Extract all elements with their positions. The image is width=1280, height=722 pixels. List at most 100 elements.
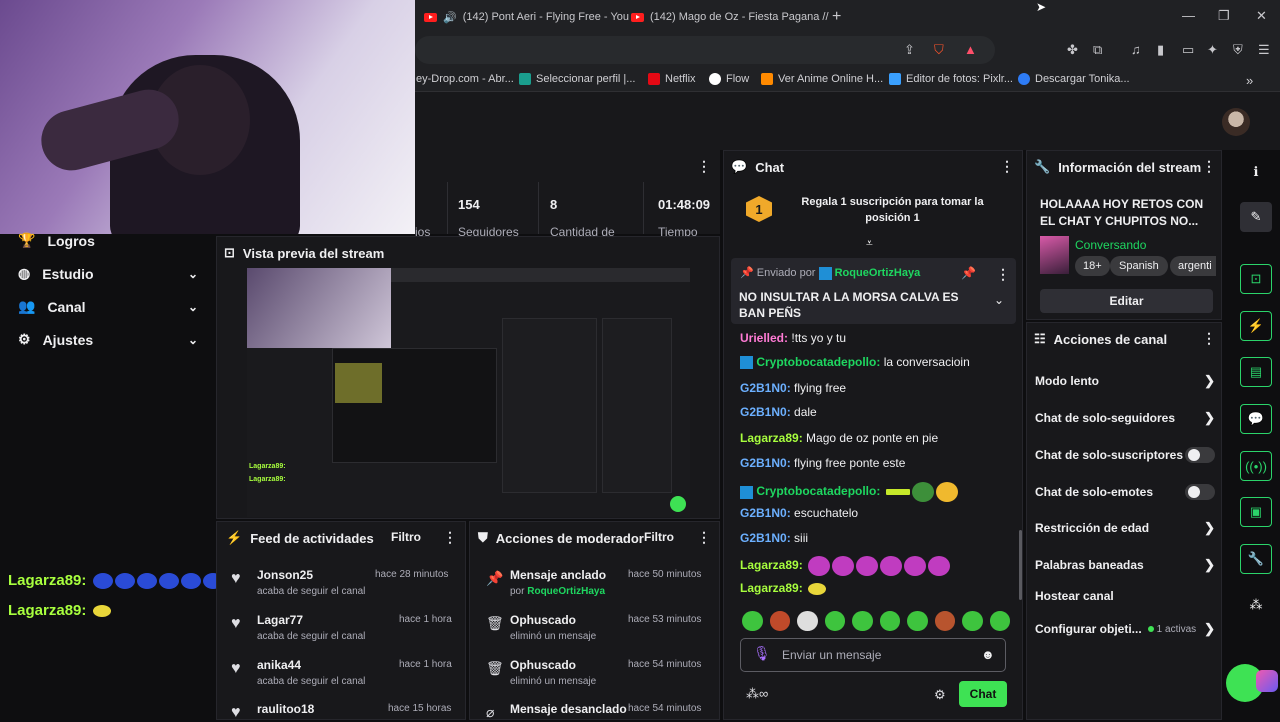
- feed-item-name[interactable]: anika44: [257, 658, 301, 672]
- feed-item-name[interactable]: Jonson25: [257, 568, 313, 582]
- brave-shield-icon[interactable]: ⛉: [934, 42, 944, 58]
- action-emote-only[interactable]: Chat de solo-emotes: [1035, 484, 1215, 500]
- wallet-icon[interactable]: ▭: [1182, 42, 1194, 58]
- bookmark-4[interactable]: Flow: [709, 73, 749, 85]
- subscribers-only-toggle[interactable]: [1185, 447, 1215, 463]
- chat-menu-icon[interactable]: ⋮: [1000, 158, 1014, 175]
- bookmarks-overflow[interactable]: »: [1246, 73, 1253, 88]
- feed-item-name[interactable]: raulitoo18: [257, 702, 314, 716]
- action-banned-words[interactable]: Palabras baneadas ❯: [1035, 557, 1215, 573]
- emote[interactable]: [742, 611, 763, 631]
- moderator-filter-button[interactable]: Filtro: [644, 530, 674, 544]
- clip-icon[interactable]: ⊡: [1240, 264, 1272, 294]
- category-link[interactable]: Conversando: [1075, 238, 1146, 252]
- emote[interactable]: [852, 611, 873, 631]
- rewards-icon[interactable]: ▲: [964, 42, 977, 57]
- stream-info-menu-icon[interactable]: ⋮: [1202, 158, 1216, 175]
- tab-search-icon[interactable]: ⧉: [1093, 42, 1102, 58]
- broadcast-icon[interactable]: ((•)): [1240, 451, 1272, 481]
- bits-icon[interactable]: 🎙: [753, 645, 771, 662]
- pinned-menu-icon[interactable]: ⋮: [996, 266, 1010, 283]
- pencil-icon[interactable]: ✎: [1240, 202, 1272, 232]
- mod-item-name[interactable]: Ophuscado: [510, 658, 576, 672]
- close-icon[interactable]: ✕: [1256, 8, 1267, 24]
- sidebar-item-canal[interactable]: 👥 Canal ⌄: [18, 298, 198, 315]
- emote-only-toggle[interactable]: [1185, 484, 1215, 500]
- bookmark-6[interactable]: Editor de fotos: Pixlr...: [889, 73, 1013, 85]
- stream-preview-video[interactable]: Lagarza89: Lagarza89:: [247, 268, 690, 517]
- action-slow-mode[interactable]: Modo lento ❯: [1035, 373, 1215, 389]
- chat-scrollbar[interactable]: [1019, 530, 1022, 600]
- category-boxart[interactable]: [1040, 236, 1069, 274]
- leo-icon[interactable]: ✦: [1207, 42, 1218, 58]
- emote: [808, 582, 827, 595]
- moderator-menu-icon[interactable]: ⋮: [697, 529, 711, 546]
- share-icon[interactable]: ⇪: [904, 42, 915, 58]
- mod-item-name[interactable]: Ophuscado: [510, 613, 576, 627]
- sidebar-item-logros[interactable]: 🏆 Logros: [18, 232, 198, 249]
- gear-icon[interactable]: ⚙: [934, 687, 946, 703]
- emote[interactable]: [962, 611, 983, 631]
- expand-icon[interactable]: ⩡: [866, 236, 873, 251]
- action-age-restriction[interactable]: Restricción de edad ❯: [1035, 520, 1215, 536]
- lightning-icon[interactable]: ⚡: [1240, 311, 1272, 341]
- action-goals[interactable]: Configurar objeti... 1 activas ❯: [1035, 621, 1215, 637]
- maximize-icon[interactable]: ❐: [1218, 8, 1230, 24]
- chevron-down-icon[interactable]: ⌄: [994, 293, 1004, 307]
- tag-pill[interactable]: 18+: [1075, 256, 1110, 276]
- notes-icon[interactable]: ▤: [1240, 357, 1272, 387]
- new-tab-button[interactable]: +: [832, 6, 841, 28]
- stats-menu-icon[interactable]: ⋮: [697, 158, 711, 175]
- bookmark-2[interactable]: Seleccionar perfil |...: [519, 73, 635, 85]
- chat-bubble-icon[interactable]: 💬: [1240, 404, 1272, 434]
- channel-actions-menu-icon[interactable]: ⋮: [1202, 330, 1216, 347]
- mod-item-name[interactable]: Mensaje desanclado: [510, 702, 627, 716]
- emote-bar: [740, 611, 1010, 633]
- wrench-icon[interactable]: 🔧: [1240, 544, 1272, 574]
- activity-filter-button[interactable]: Filtro: [391, 530, 421, 544]
- action-subscribers-only[interactable]: Chat de solo-suscriptores: [1035, 447, 1215, 463]
- action-host-channel[interactable]: Hostear canal: [1035, 589, 1215, 603]
- sidebar-icon[interactable]: ▮: [1157, 42, 1164, 58]
- chat-send-button[interactable]: Chat: [959, 681, 1007, 707]
- chat-header: 💬 Chat: [731, 159, 785, 175]
- brain-icon[interactable]: [1256, 670, 1278, 692]
- sidebar-item-ajustes[interactable]: ⚙ Ajustes ⌄: [18, 331, 198, 348]
- emote[interactable]: [797, 611, 818, 631]
- info-icon[interactable]: ℹ: [1240, 157, 1272, 187]
- extensions-icon[interactable]: ✤: [1067, 42, 1078, 58]
- bookmark-5[interactable]: Ver Anime Online H...: [761, 73, 883, 85]
- points-icon[interactable]: ⁂∞: [746, 686, 768, 702]
- mod-item-name[interactable]: Mensaje anclado: [510, 568, 606, 582]
- browser-tab-2[interactable]: (142) Mago de Oz - Fiesta Pagana //: [631, 6, 829, 28]
- pixlr-icon: [889, 73, 901, 85]
- bookmark-3[interactable]: Netflix: [648, 73, 696, 85]
- music-icon[interactable]: ♫: [1131, 42, 1141, 57]
- feed-item-name[interactable]: Lagar77: [257, 613, 303, 627]
- emote[interactable]: [907, 611, 928, 631]
- avatar[interactable]: [1222, 108, 1250, 136]
- bookmark-1[interactable]: ey-Drop.com - Abr...: [416, 73, 514, 85]
- emote-picker-icon[interactable]: ☻: [981, 647, 995, 662]
- emote[interactable]: [824, 611, 845, 631]
- menu-icon[interactable]: ☰: [1258, 42, 1270, 58]
- bookmark-7[interactable]: Descargar Tonika...: [1018, 73, 1130, 85]
- sidebar-item-estudio[interactable]: ◍ Estudio ⌄: [18, 265, 198, 282]
- heart-icon: ♥: [231, 704, 241, 721]
- tag-pill[interactable]: Spanish: [1110, 256, 1168, 276]
- emote[interactable]: [989, 611, 1010, 631]
- activity-menu-icon[interactable]: ⋮: [443, 529, 457, 546]
- minimize-icon[interactable]: —: [1182, 8, 1195, 23]
- browser-tab-1[interactable]: 🔊 (142) Pont Aeri - Flying Free - You: [424, 6, 629, 28]
- emote[interactable]: [879, 611, 900, 631]
- vpn-icon[interactable]: ⛨: [1233, 42, 1243, 58]
- layout-icon[interactable]: ▣: [1240, 497, 1272, 527]
- more-actions-icon[interactable]: ⁂: [1240, 590, 1272, 620]
- action-followers-only[interactable]: Chat de solo-seguidores ❯: [1035, 410, 1215, 426]
- tag-pill[interactable]: argenti: [1170, 256, 1216, 276]
- emote[interactable]: [769, 611, 790, 631]
- edit-stream-button[interactable]: Editar: [1040, 289, 1213, 313]
- gift-leaderboard-text[interactable]: Regala 1 suscripción para tomar la posic…: [790, 194, 995, 226]
- pin-icon[interactable]: 📌: [961, 266, 976, 280]
- emote[interactable]: [934, 611, 955, 631]
